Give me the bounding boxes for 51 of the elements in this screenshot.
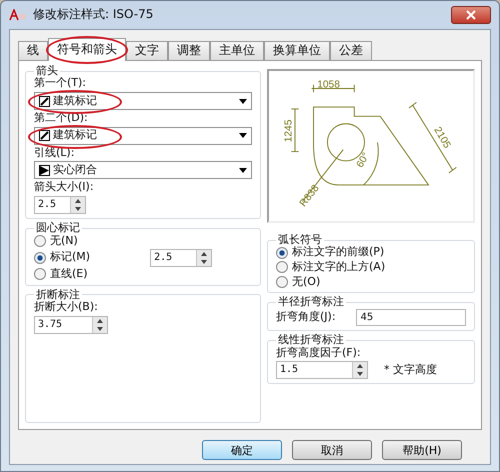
app-logo-icon: [9, 9, 27, 21]
spin-box[interactable]: 2.5: [34, 196, 86, 214]
group-title: 半径折弯标注: [277, 296, 345, 309]
dialog-button[interactable]: 确定: [202, 440, 282, 460]
dialog-button[interactable]: 取消: [292, 440, 372, 460]
field-label: 折断大小(B):: [34, 301, 99, 314]
spin-value: 2.5: [153, 250, 174, 265]
tab[interactable]: 调整: [168, 41, 210, 61]
close-button[interactable]: [451, 6, 491, 24]
dialog-button[interactable]: 帮助(H): [382, 440, 462, 460]
dropdown[interactable]: 实心闭合: [34, 161, 252, 180]
window-title: 修改标注样式: ISO-75: [33, 8, 154, 22]
spin-box[interactable]: 2.5: [150, 248, 212, 267]
group-title: 折断标注: [35, 288, 81, 301]
spin-value: 3.75: [37, 318, 64, 332]
radio-option[interactable]: 标注文字的上方(A): [276, 261, 466, 274]
radio-option[interactable]: 无(O): [276, 276, 466, 288]
tab[interactable]: 文字: [126, 41, 168, 61]
tab[interactable]: 线: [18, 41, 48, 61]
arrowhead-icon: [39, 96, 50, 107]
input-field[interactable]: 45: [356, 309, 466, 326]
spin-value: 1.5: [279, 363, 300, 378]
field-label: 折弯高度因子(F):: [276, 346, 362, 360]
unit-label: * 文字高度: [384, 364, 437, 377]
spin-box[interactable]: 1.5: [276, 361, 368, 380]
field-label: 折弯角度(J):: [276, 311, 336, 324]
group-title: 圆心标记: [35, 222, 81, 235]
caret-icon: [239, 133, 247, 138]
group-title: 箭头: [35, 64, 59, 77]
close-icon: [466, 10, 476, 20]
group-title: 弧长符号: [277, 234, 322, 246]
radio-option[interactable]: 直线(E): [34, 268, 90, 281]
tab[interactable]: 换算单位: [264, 41, 330, 61]
radio-option[interactable]: 标注文字的前缀(P): [276, 246, 466, 260]
arrowhead-icon: [39, 130, 50, 142]
tab[interactable]: 主单位: [210, 41, 264, 61]
field-label: 第一个(T):: [34, 77, 88, 90]
arrowhead-icon: [39, 164, 50, 176]
dropdown[interactable]: 建筑标记: [34, 92, 252, 110]
tab[interactable]: 符号和箭头: [48, 38, 126, 61]
radio-option[interactable]: 无(N): [34, 234, 90, 248]
group-title: 线性折弯标注: [277, 334, 345, 346]
field-label: 引线(L):: [34, 146, 76, 160]
spin-box[interactable]: 3.75: [34, 316, 108, 334]
tab[interactable]: 公差: [330, 41, 372, 61]
radio-option[interactable]: 标记(M): [34, 251, 90, 264]
caret-icon: [239, 168, 247, 173]
dropdown[interactable]: 建筑标记: [34, 126, 252, 145]
field-label: 箭头大小(I):: [34, 181, 95, 194]
spin-value: 2.5: [37, 198, 58, 212]
caret-icon: [239, 98, 247, 104]
